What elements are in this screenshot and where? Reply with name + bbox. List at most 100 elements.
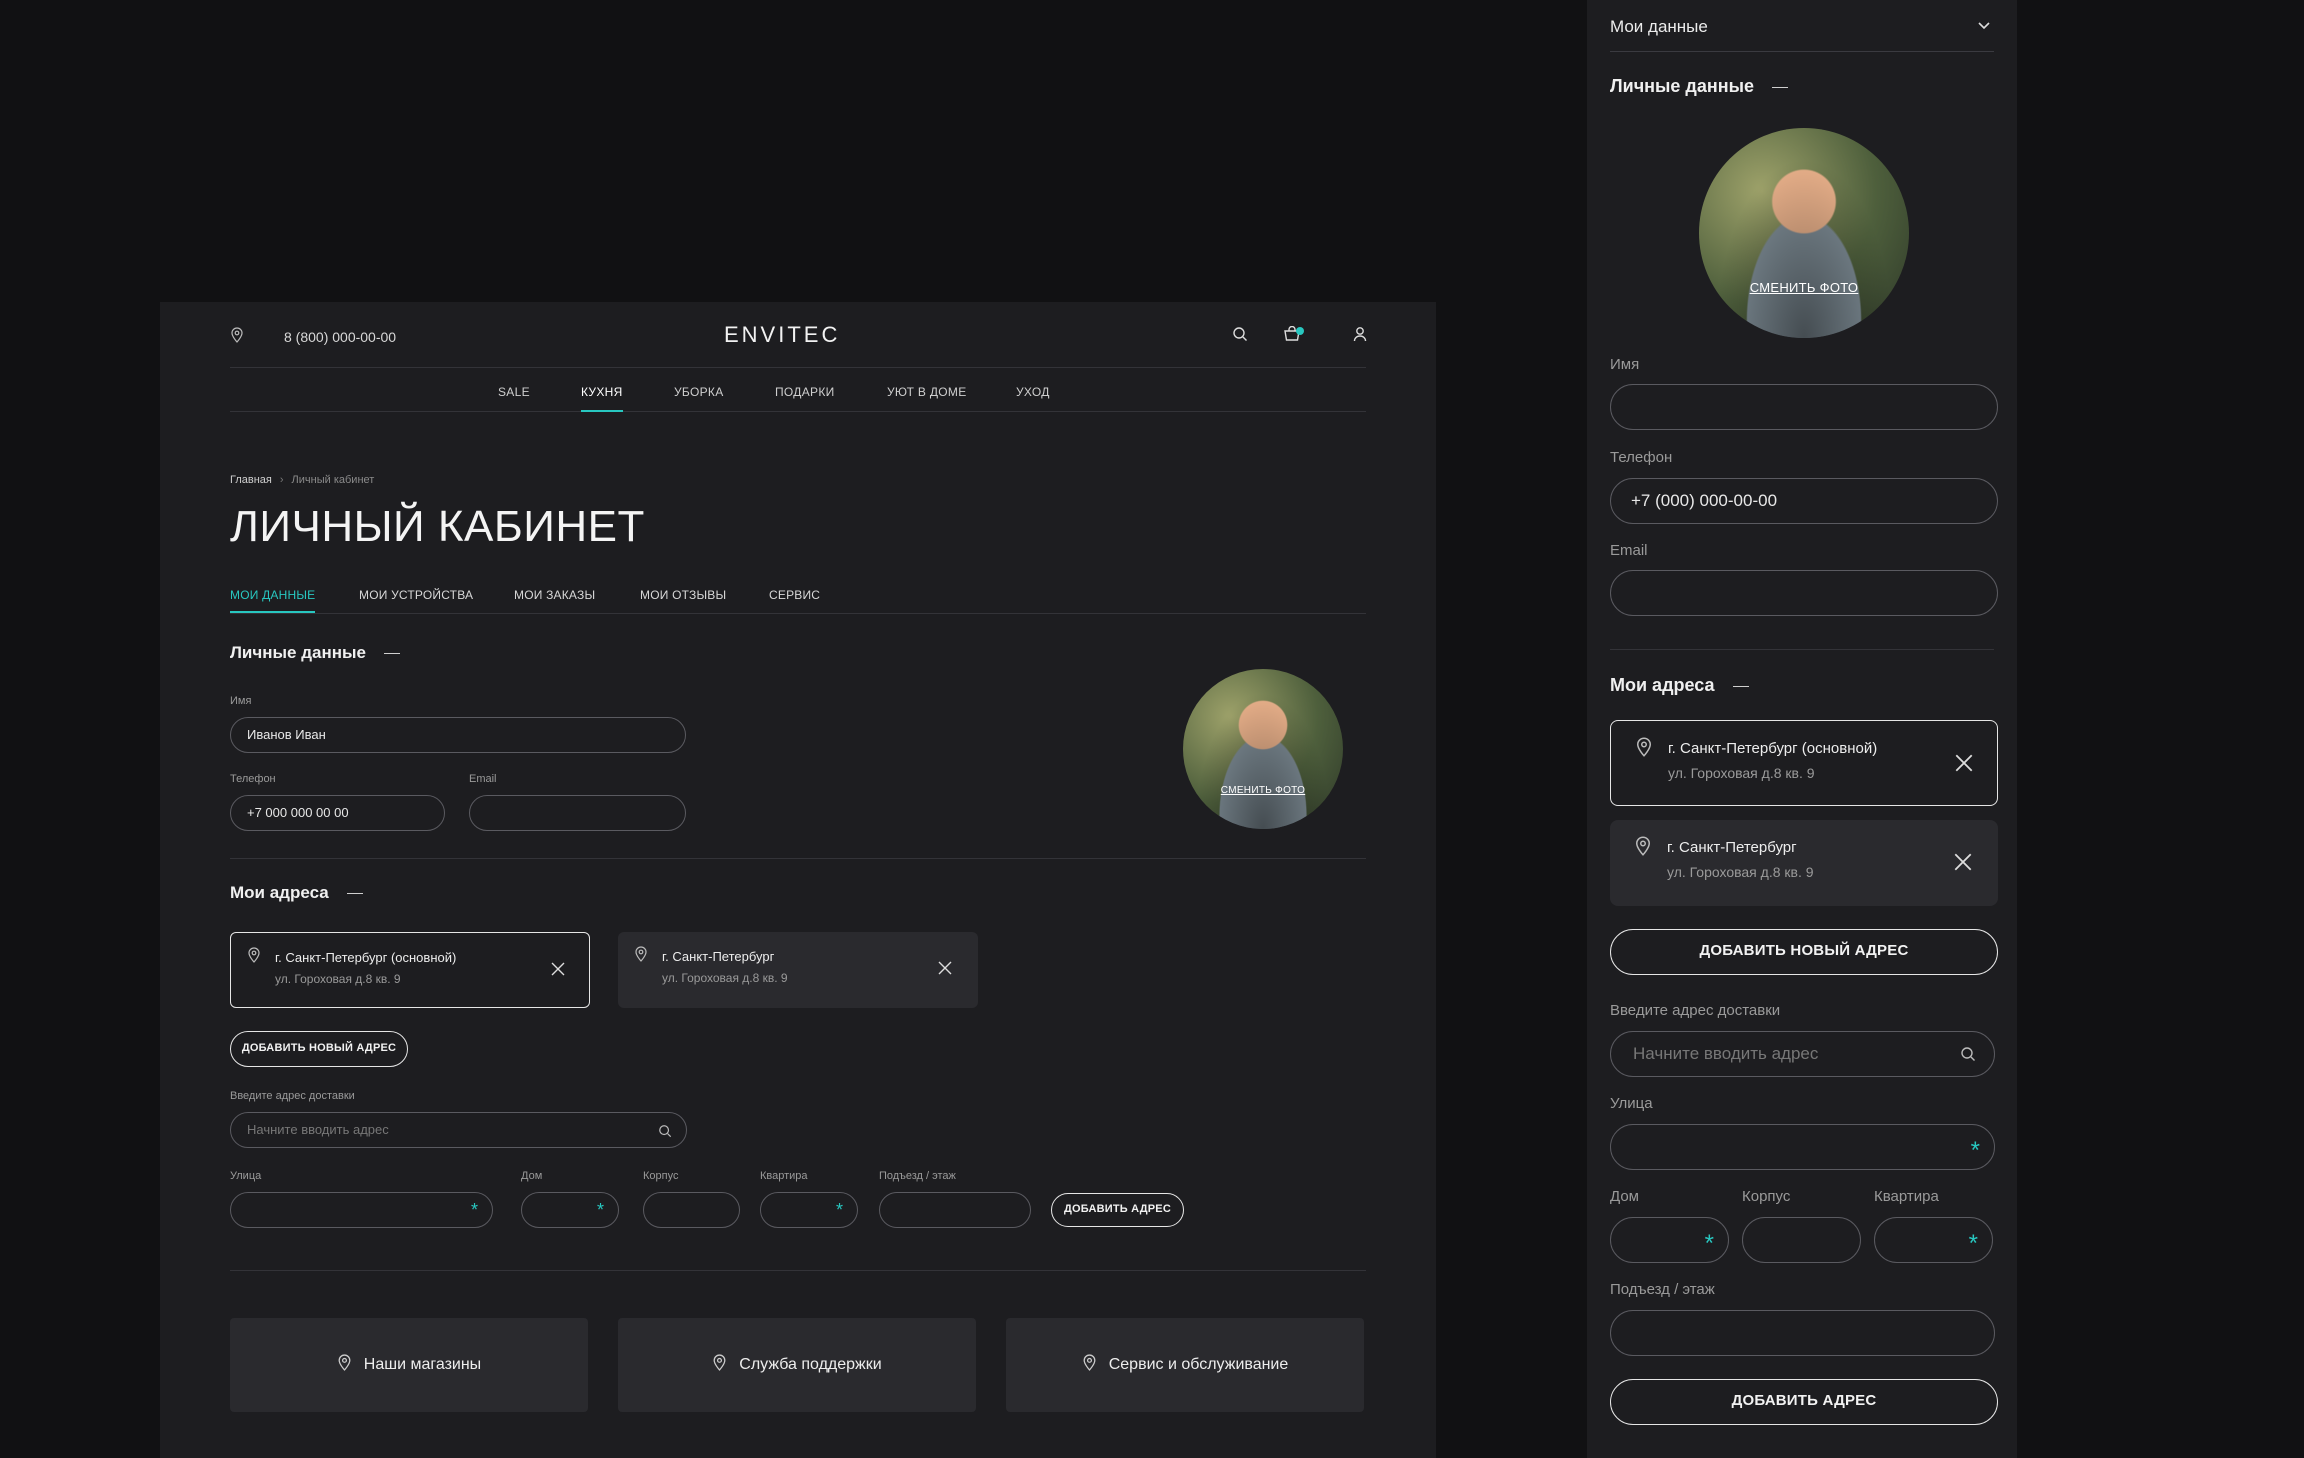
main-nav: SALE КУХНЯ УБОРКА ПОДАРКИ УЮТ В ДОМЕ УХО… bbox=[230, 368, 1366, 412]
user-icon[interactable] bbox=[1352, 326, 1368, 342]
email-field[interactable] bbox=[1610, 570, 1998, 616]
flat-field[interactable]: * bbox=[1874, 1217, 1993, 1263]
breadcrumb-home[interactable]: Главная bbox=[230, 474, 272, 486]
change-photo-link[interactable]: СМЕНИТЬ ФОТО bbox=[1699, 280, 1909, 295]
close-icon[interactable] bbox=[938, 961, 952, 975]
collapse-dash-icon[interactable] bbox=[383, 652, 400, 655]
footer-card-stores[interactable]: Наши магазины bbox=[230, 1318, 588, 1412]
mobile-page: Мои данные Личные данные СМЕНИТЬ ФОТО Им… bbox=[1587, 0, 2017, 1458]
add-address-button[interactable]: ДОБАВИТЬ АДРЕС bbox=[1610, 1379, 1998, 1425]
house-label: Дом bbox=[1610, 1188, 1639, 1205]
footer-card-label: Наши магазины bbox=[363, 1356, 482, 1373]
addresses-title-text: Мои адреса bbox=[1610, 675, 1715, 695]
address-city: г. Санкт-Петербург (основной) bbox=[275, 950, 457, 965]
phone-label: Телефон bbox=[230, 773, 276, 785]
close-icon[interactable] bbox=[551, 962, 565, 976]
building-field[interactable] bbox=[1742, 1217, 1861, 1263]
tab-my-devices[interactable]: МОИ УСТРОЙСТВА bbox=[359, 588, 473, 602]
add-new-address-button[interactable]: ДОБАВИТЬ НОВЫЙ АДРЕС bbox=[230, 1031, 408, 1067]
breadcrumb: Главная › Личный кабинет bbox=[230, 474, 374, 486]
section-divider bbox=[230, 1270, 1366, 1271]
account-tabs: МОИ ДАННЫЕ МОИ УСТРОЙСТВА МОИ ЗАКАЗЫ МОИ… bbox=[230, 582, 1366, 614]
personal-title-text: Личные данные bbox=[230, 643, 366, 662]
phone-field[interactable]: +7 (000) 000-00-00 bbox=[1610, 478, 1998, 524]
close-icon[interactable] bbox=[1955, 754, 1973, 772]
footer-card-service[interactable]: Сервис и обслуживание bbox=[1006, 1318, 1364, 1412]
name-label: Имя bbox=[1610, 356, 1640, 373]
entrance-label: Подъезд / этаж bbox=[1610, 1281, 1715, 1298]
avatar[interactable]: СМЕНИТЬ ФОТО bbox=[1699, 128, 1909, 338]
email-field[interactable] bbox=[469, 795, 686, 831]
name-field[interactable]: Иванов Иван bbox=[230, 717, 686, 753]
collapse-dash-icon[interactable] bbox=[346, 892, 363, 895]
address-street: ул. Гороховая д.8 кв. 9 bbox=[1668, 765, 1815, 781]
building-field[interactable] bbox=[643, 1192, 740, 1228]
page-title: ЛИЧНЫЙ КАБИНЕТ bbox=[230, 502, 645, 551]
building-label: Корпус bbox=[643, 1170, 679, 1182]
section-dropdown[interactable]: Мои данные bbox=[1610, 0, 1994, 52]
flat-label: Квартира bbox=[1874, 1188, 1939, 1205]
address-card-primary[interactable]: г. Санкт-Петербург (основной) ул. Горохо… bbox=[230, 932, 590, 1008]
nav-sale[interactable]: SALE bbox=[498, 385, 530, 399]
required-asterisk: * bbox=[1968, 1230, 1978, 1257]
add-new-address-button[interactable]: ДОБАВИТЬ НОВЫЙ АДРЕС bbox=[1610, 929, 1998, 975]
collapse-dash-icon[interactable] bbox=[1732, 685, 1749, 687]
delivery-placeholder: Начните вводить адрес bbox=[247, 1122, 389, 1137]
delivery-label: Введите адрес доставки bbox=[1610, 1002, 1781, 1019]
avatar-shade bbox=[1699, 128, 1909, 338]
footer-card-support[interactable]: Служба поддержки bbox=[618, 1318, 976, 1412]
nav-kitchen[interactable]: КУХНЯ bbox=[581, 385, 623, 412]
delivery-label: Введите адрес доставки bbox=[230, 1090, 355, 1102]
cart-badge bbox=[1296, 327, 1304, 335]
avatar-shade bbox=[1183, 669, 1343, 829]
entrance-field[interactable] bbox=[879, 1192, 1031, 1228]
header-phone[interactable]: 8 (800) 000-00-00 bbox=[284, 329, 396, 345]
location-pin-icon bbox=[1636, 737, 1652, 757]
nav-home-comfort[interactable]: УЮТ В ДОМЕ bbox=[887, 385, 967, 399]
house-field[interactable]: * bbox=[1610, 1217, 1729, 1263]
email-label: Email bbox=[1610, 542, 1648, 559]
tab-my-reviews[interactable]: МОИ ОТЗЫВЫ bbox=[640, 588, 726, 602]
tab-service[interactable]: СЕРВИС bbox=[769, 588, 820, 602]
house-field[interactable]: * bbox=[521, 1192, 619, 1228]
phone-field[interactable]: +7 000 000 00 00 bbox=[230, 795, 445, 831]
tab-my-orders[interactable]: МОИ ЗАКАЗЫ bbox=[514, 588, 595, 602]
add-address-button[interactable]: ДОБАВИТЬ АДРЕС bbox=[1051, 1193, 1184, 1227]
nav-gifts[interactable]: ПОДАРКИ bbox=[775, 385, 835, 399]
tab-my-data[interactable]: МОИ ДАННЫЕ bbox=[230, 588, 316, 613]
required-asterisk: * bbox=[596, 1200, 604, 1220]
building-label: Корпус bbox=[1742, 1188, 1791, 1205]
search-icon bbox=[1961, 1047, 1975, 1061]
street-field[interactable]: * bbox=[1610, 1124, 1995, 1170]
nav-cleaning[interactable]: УБОРКА bbox=[674, 385, 724, 399]
delivery-search-input[interactable]: Начните вводить адрес bbox=[1610, 1031, 1995, 1077]
delivery-search-input[interactable]: Начните вводить адрес bbox=[230, 1112, 687, 1148]
desktop-page: 8 (800) 000-00-00 ENVITEC SALE КУХНЯ УБО… bbox=[160, 302, 1436, 1458]
change-photo-link[interactable]: СМЕНИТЬ ФОТО bbox=[1183, 785, 1343, 796]
footer-card-label: Сервис и обслуживание bbox=[1108, 1356, 1289, 1373]
flat-field[interactable]: * bbox=[760, 1192, 858, 1228]
location-pin-icon bbox=[713, 1354, 726, 1372]
addresses-title-text: Мои адреса bbox=[230, 883, 329, 902]
site-logo[interactable]: ENVITEC bbox=[724, 322, 840, 348]
flat-label: Квартира bbox=[760, 1170, 808, 1182]
house-label: Дом bbox=[521, 1170, 543, 1182]
street-label: Улица bbox=[230, 1170, 262, 1182]
collapse-dash-icon[interactable] bbox=[1771, 86, 1788, 88]
required-asterisk: * bbox=[835, 1200, 843, 1220]
address-card[interactable]: г. Санкт-Петербург ул. Гороховая д.8 кв.… bbox=[618, 932, 978, 1008]
address-card[interactable]: г. Санкт-Петербург ул. Гороховая д.8 кв.… bbox=[1610, 820, 1998, 906]
search-icon[interactable] bbox=[1232, 326, 1248, 342]
cart-button[interactable] bbox=[1283, 325, 1304, 347]
close-icon[interactable] bbox=[1954, 853, 1972, 871]
street-field[interactable]: * bbox=[230, 1192, 493, 1228]
street-label: Улица bbox=[1610, 1095, 1653, 1112]
address-card-primary[interactable]: г. Санкт-Петербург (основной) ул. Горохо… bbox=[1610, 720, 1998, 806]
nav-care[interactable]: УХОД bbox=[1016, 385, 1050, 399]
address-city: г. Санкт-Петербург (основной) bbox=[1668, 740, 1878, 757]
avatar[interactable]: СМЕНИТЬ ФОТО bbox=[1183, 669, 1343, 829]
personal-section-title: Личные данные bbox=[1610, 76, 1788, 97]
name-field[interactable] bbox=[1610, 384, 1998, 430]
chevron-right-icon: › bbox=[279, 474, 284, 486]
entrance-field[interactable] bbox=[1610, 1310, 1995, 1356]
